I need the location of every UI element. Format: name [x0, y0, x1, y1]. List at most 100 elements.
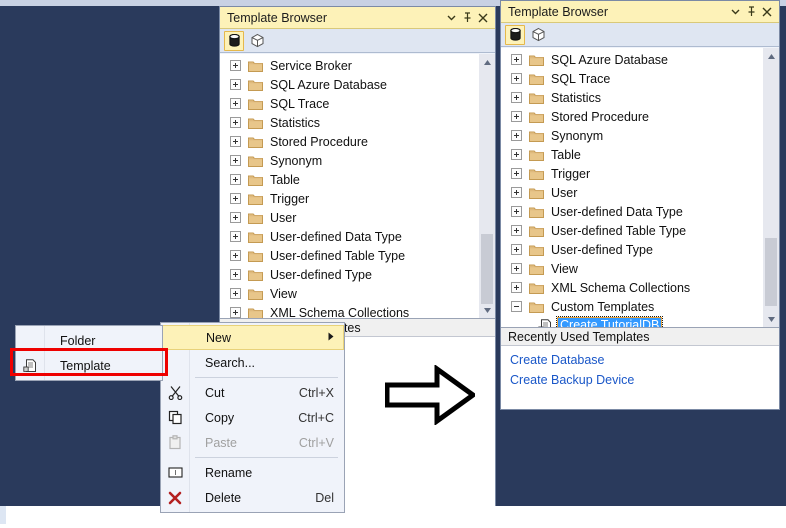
menu-item-rename[interactable]: I Rename: [161, 460, 344, 485]
menu-item-paste[interactable]: Paste Ctrl+V: [161, 430, 344, 455]
tree-item[interactable]: User-defined Table Type: [220, 246, 477, 265]
expand-toggle-icon[interactable]: [511, 187, 522, 198]
scroll-down-arrow-icon[interactable]: [479, 302, 495, 318]
tree-item[interactable]: Table: [501, 145, 761, 164]
tree-item-label: Service Broker: [270, 58, 352, 73]
expand-toggle-icon[interactable]: [230, 250, 241, 261]
tree-item[interactable]: Custom Templates: [501, 297, 761, 316]
folder-icon: [248, 231, 263, 243]
tree-item[interactable]: Trigger: [220, 189, 477, 208]
close-icon[interactable]: [475, 10, 491, 26]
tree-item[interactable]: Stored Procedure: [501, 107, 761, 126]
expand-toggle-icon[interactable]: [230, 231, 241, 242]
tree-item[interactable]: SQL Azure Database: [501, 50, 761, 69]
expand-toggle-icon[interactable]: [230, 60, 241, 71]
menu-separator: [195, 457, 338, 458]
expand-toggle-icon[interactable]: [230, 155, 241, 166]
expand-toggle-icon[interactable]: [511, 282, 522, 293]
cube-icon[interactable]: [247, 31, 267, 51]
menu-item-label: Paste: [205, 435, 237, 450]
tree-item-label: View: [270, 286, 297, 301]
tree-item[interactable]: User-defined Table Type: [501, 221, 761, 240]
expand-toggle-icon[interactable]: [230, 193, 241, 204]
scroll-up-arrow-icon[interactable]: [479, 54, 495, 70]
cube-icon[interactable]: [528, 25, 548, 45]
tree-item[interactable]: View: [220, 284, 477, 303]
expand-toggle-icon[interactable]: [511, 92, 522, 103]
expand-toggle-icon[interactable]: [511, 263, 522, 274]
tree-item-label: User-defined Table Type: [551, 223, 687, 238]
tree-item[interactable]: View: [501, 259, 761, 278]
database-icon[interactable]: [505, 24, 525, 45]
tree-item[interactable]: User-defined Data Type: [220, 227, 477, 246]
expand-toggle-icon[interactable]: [230, 307, 241, 318]
menu-item-cut[interactable]: Cut Ctrl+X: [161, 380, 344, 405]
right-template-tree[interactable]: SQL Azure Database SQL Trace Statistics Sto…: [501, 50, 761, 327]
scrollbar-thumb[interactable]: [481, 234, 493, 304]
left-template-tree[interactable]: Service Broker SQL Azure Database SQL Trac…: [220, 56, 477, 318]
recent-template-link[interactable]: Create Backup Device: [501, 370, 779, 390]
database-icon[interactable]: [224, 30, 244, 51]
menu-item-copy[interactable]: Copy Ctrl+C: [161, 405, 344, 430]
expand-toggle-icon[interactable]: [511, 244, 522, 255]
expand-toggle-icon[interactable]: [230, 269, 241, 280]
close-icon[interactable]: [759, 4, 775, 20]
tree-item[interactable]: SQL Azure Database: [220, 75, 477, 94]
expand-toggle-icon[interactable]: [230, 117, 241, 128]
expand-toggle-icon[interactable]: [511, 73, 522, 84]
tree-item[interactable]: User: [220, 208, 477, 227]
chevron-down-icon[interactable]: [727, 4, 743, 20]
menu-item-delete[interactable]: Delete Del: [161, 485, 344, 510]
tree-item[interactable]: SQL Trace: [220, 94, 477, 113]
expand-toggle-icon[interactable]: [230, 98, 241, 109]
template-document-icon: [538, 318, 552, 327]
expand-toggle-icon[interactable]: [511, 225, 522, 236]
context-menu[interactable]: New Search... Cut Ctrl+X Copy Ctrl+C Paste Ctrl…: [160, 322, 345, 513]
tree-item-label: User-defined Type: [270, 267, 372, 282]
right-recent-section: Recently Used Templates Create Database C…: [501, 327, 779, 409]
pin-icon[interactable]: [743, 4, 759, 20]
tree-item[interactable]: XML Schema Collections: [220, 303, 477, 318]
left-panel-toolbar: [220, 29, 495, 53]
expand-toggle-icon[interactable]: [230, 212, 241, 223]
tree-item[interactable]: Synonym: [501, 126, 761, 145]
tree-item[interactable]: SQL Trace: [501, 69, 761, 88]
tree-item[interactable]: User-defined Data Type: [501, 202, 761, 221]
chevron-down-icon[interactable]: [443, 10, 459, 26]
pin-icon[interactable]: [459, 10, 475, 26]
tree-item[interactable]: Statistics: [501, 88, 761, 107]
tree-item[interactable]: Stored Procedure: [220, 132, 477, 151]
tree-item[interactable]: Table: [220, 170, 477, 189]
collapse-toggle-icon[interactable]: [511, 301, 522, 312]
menu-item-label: New: [206, 330, 232, 345]
scrollbar-thumb[interactable]: [765, 238, 777, 306]
tree-item[interactable]: User: [501, 183, 761, 202]
scroll-up-arrow-icon[interactable]: [763, 48, 779, 64]
tree-item-label: Synonym: [270, 153, 323, 168]
tree-item[interactable]: Trigger: [501, 164, 761, 183]
expand-toggle-icon[interactable]: [230, 174, 241, 185]
expand-toggle-icon[interactable]: [511, 111, 522, 122]
menu-item-search[interactable]: Search...: [161, 350, 344, 375]
tree-item[interactable]: XML Schema Collections: [501, 278, 761, 297]
expand-toggle-icon[interactable]: [230, 79, 241, 90]
expand-toggle-icon[interactable]: [230, 136, 241, 147]
expand-toggle-icon[interactable]: [511, 149, 522, 160]
recent-template-link[interactable]: Create Database: [501, 350, 779, 370]
expand-toggle-icon[interactable]: [511, 168, 522, 179]
tree-item[interactable]: User-defined Type: [501, 240, 761, 259]
right-tree-scrollbar[interactable]: [762, 48, 779, 327]
expand-toggle-icon[interactable]: [511, 130, 522, 141]
scroll-down-arrow-icon[interactable]: [763, 311, 779, 327]
expand-toggle-icon[interactable]: [511, 54, 522, 65]
expand-toggle-icon[interactable]: [230, 288, 241, 299]
tree-item[interactable]: Service Broker: [220, 56, 477, 75]
tree-item[interactable]: User-defined Type: [220, 265, 477, 284]
tree-item[interactable]: Synonym: [220, 151, 477, 170]
tree-child-item[interactable]: Create TutorialDB: [501, 316, 761, 327]
left-tree-scrollbar[interactable]: [478, 54, 495, 318]
tree-item[interactable]: Statistics: [220, 113, 477, 132]
expand-toggle-icon[interactable]: [511, 206, 522, 217]
left-recent-link-partial[interactable]: e: [330, 341, 495, 361]
menu-item-new[interactable]: New: [161, 325, 344, 350]
